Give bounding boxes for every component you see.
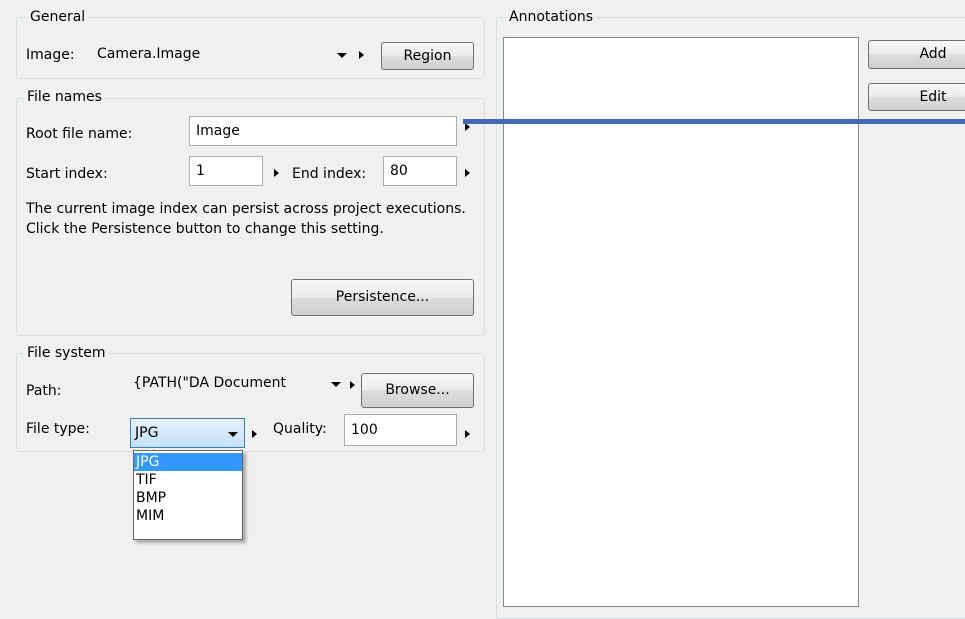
quality-input[interactable]: 100 [344, 414, 457, 446]
quality-expand-arrow-icon[interactable] [465, 430, 470, 438]
browse-button[interactable]: Browse... [361, 373, 474, 408]
end-index-label: End index: [292, 166, 367, 182]
file-system-group-title: File system [24, 345, 109, 361]
start-index-input[interactable]: 1 [189, 156, 263, 186]
file-type-combo[interactable]: JPG [130, 418, 245, 448]
edit-button[interactable]: Edit [868, 83, 965, 111]
annotations-group-title: Annotations [506, 9, 597, 25]
image-expand-arrow-icon[interactable] [359, 51, 364, 59]
path-combo-value: {PATH("DA Document [133, 375, 287, 391]
start-index-label: Start index: [26, 166, 108, 182]
start-index-expand-arrow-icon[interactable] [274, 169, 279, 177]
file-type-option-jpg[interactable]: JPG [134, 453, 242, 471]
file-names-group-title: File names [24, 89, 105, 105]
path-expand-arrow-icon[interactable] [350, 381, 355, 389]
persistence-description: The current image index can persist acro… [26, 201, 466, 237]
quality-label: Quality: [273, 421, 327, 437]
file-type-option-bmp[interactable]: BMP [134, 489, 242, 507]
region-button[interactable]: Region [381, 42, 474, 70]
general-group-title: General [27, 9, 89, 25]
file-type-expand-arrow-icon[interactable] [252, 430, 257, 438]
path-label: Path: [26, 383, 62, 399]
end-index-input[interactable]: 80 [383, 156, 457, 186]
image-label: Image: [26, 47, 75, 63]
file-type-combo-value: JPG [135, 425, 159, 441]
root-file-name-input[interactable]: Image [189, 116, 457, 146]
root-file-name-label: Root file name: [26, 126, 133, 142]
path-combo[interactable]: {PATH("DA Document [128, 370, 344, 400]
image-combo[interactable]: Camera.Image [92, 41, 354, 69]
root-file-name-expand-arrow-icon[interactable] [465, 123, 470, 131]
file-type-option-mim[interactable]: MIM [134, 507, 242, 525]
file-type-label: File type: [26, 421, 90, 437]
end-index-expand-arrow-icon[interactable] [465, 169, 470, 177]
persistence-button[interactable]: Persistence... [291, 279, 474, 316]
chevron-down-icon [228, 432, 238, 437]
chevron-down-icon [331, 382, 341, 387]
add-button[interactable]: Add [868, 40, 965, 69]
image-combo-value: Camera.Image [97, 46, 201, 62]
connector-line [463, 119, 965, 124]
chevron-down-icon [337, 53, 347, 58]
file-type-option-tif[interactable]: TIF [134, 471, 242, 489]
file-type-dropdown: JPG TIF BMP MIM [133, 450, 243, 540]
